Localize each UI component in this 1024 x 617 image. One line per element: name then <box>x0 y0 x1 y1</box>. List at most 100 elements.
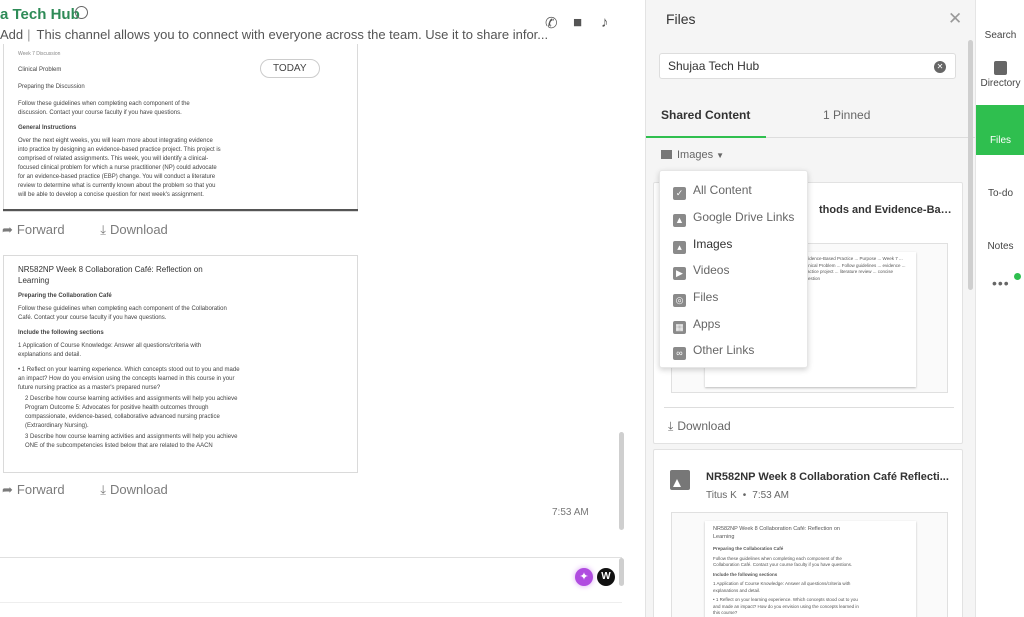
doc-text: Week 7 Discussion <box>18 51 61 57</box>
files-search-input[interactable] <box>659 53 956 79</box>
dropdown-item-label: All Content <box>693 183 752 197</box>
date-divider-pill: TODAY <box>260 59 320 78</box>
clear-search-icon[interactable]: ✕ <box>934 61 946 73</box>
download-icon: ⤓ <box>100 482 106 497</box>
rail-item-files[interactable]: Files <box>976 105 1024 155</box>
forward-icon: ➦ <box>2 482 13 497</box>
link-icon: ∞ <box>673 347 686 360</box>
forward-label: Forward <box>16 482 65 497</box>
divider <box>664 407 954 408</box>
dropdown-item-label: Files <box>693 290 719 304</box>
doc-text: Follow these guidelines when completing … <box>18 306 227 321</box>
image-file-icon <box>670 470 690 490</box>
phone-icon[interactable]: ✆ <box>545 14 558 32</box>
apps-grid-icon: ▦ <box>673 321 686 334</box>
check-square-icon: ✓ <box>673 187 686 200</box>
thumbnail-title: NR582NP Week 8 Collaboration Café: Refle… <box>713 526 840 540</box>
content-type-dropdown: ✓ All Content ▲ Google Drive Links ▴ Images… <box>659 170 808 368</box>
download-button[interactable]: ⤓ Download <box>668 419 731 434</box>
content-type-filter[interactable]: Images ▼ <box>661 149 724 161</box>
doc-text: 2 Describe how course learning activitie… <box>25 396 238 429</box>
shared-file-card[interactable]: NR582NP Week 8 Collaboration Café Reflec… <box>653 449 963 617</box>
dropdown-item-google-drive-links[interactable]: ▲ Google Drive Links <box>673 210 794 228</box>
chat-scrollbar[interactable] <box>619 432 624 530</box>
download-label: Download <box>109 482 168 497</box>
file-title[interactable]: thods and Evidence-Base... <box>819 204 957 216</box>
download-button[interactable]: ⤓ Download <box>100 482 184 497</box>
dropdown-item-all-content[interactable]: ✓ All Content <box>673 183 752 201</box>
rail-item-directory[interactable]: Directory <box>976 61 1024 89</box>
rail-item-notes[interactable]: Notes <box>976 241 1024 252</box>
thumbnail-heading: Preparing the Collaboration Café <box>713 546 784 551</box>
rail-item-todo[interactable]: To-do <box>976 188 1024 199</box>
compose-scrollbar[interactable] <box>619 558 624 586</box>
dropdown-item-label: Google Drive Links <box>693 210 795 224</box>
dropdown-item-label: Images <box>693 237 733 251</box>
download-label: Download <box>109 222 168 237</box>
rail-label: Files <box>989 135 1012 146</box>
dropdown-item-images[interactable]: ▴ Images <box>673 237 732 255</box>
channel-settings-icon[interactable] <box>75 6 88 19</box>
files-scrollbar[interactable] <box>968 40 973 290</box>
doc-text: Preparing the Discussion <box>18 84 85 90</box>
dropdown-item-label: Videos <box>693 263 730 277</box>
forward-button[interactable]: ➦ Forward <box>2 222 81 237</box>
doc-text: 1 Application of Course Knowledge: Answe… <box>18 343 202 358</box>
download-button[interactable]: ⤓ Download <box>100 222 184 237</box>
dropdown-item-files[interactable]: ◎ Files <box>673 290 718 308</box>
video-icon[interactable]: ■ <box>573 14 582 31</box>
message-actions: ➦ Forward ⤓ Download <box>2 482 200 498</box>
file-title[interactable]: NR582NP Week 8 Collaboration Café Reflec… <box>706 471 953 483</box>
play-icon: ▶ <box>673 267 686 280</box>
download-label: Download <box>677 419 731 433</box>
close-icon[interactable]: ✕ <box>948 9 962 29</box>
image-icon <box>661 150 672 159</box>
dropdown-item-label: Apps <box>693 317 721 331</box>
channel-description-row: Add | This channel allows you to connect w… <box>0 27 548 42</box>
file-meta: Titus K • 7:53 AM <box>706 490 789 501</box>
dropdown-item-videos[interactable]: ▶ Videos <box>673 263 729 281</box>
message-actions: ➦ Forward ⤓ Download <box>2 222 200 238</box>
message-document-preview[interactable]: NR582NP Week 8 Collaboration Café: Refle… <box>3 255 358 473</box>
more-apps-icon[interactable]: ••• <box>992 275 1010 291</box>
bell-icon[interactable]: ♪ <box>601 14 609 31</box>
image-icon: ▴ <box>673 241 686 254</box>
message-timestamp: 7:53 AM <box>552 507 589 518</box>
app-rail: Search Directory Files To-do Notes ••• <box>975 0 1024 617</box>
channel-name[interactable]: a Tech Hub <box>0 6 80 23</box>
doc-text: Over the next eight weeks, you will lear… <box>18 138 221 198</box>
rail-label: Search <box>984 30 1017 41</box>
file-time: 7:53 AM <box>752 490 789 501</box>
rail-label: To-do <box>987 188 1013 199</box>
file-author[interactable]: Titus K <box>706 490 737 501</box>
doc-heading: Include the following sections <box>18 330 104 336</box>
rail-item-search[interactable]: Search <box>976 30 1024 41</box>
thumbnail-text: 1 Application of Course Knowledge: Answe… <box>713 581 851 593</box>
dropdown-item-other-links[interactable]: ∞ Other Links <box>673 343 754 361</box>
tab-pinned[interactable]: 1 Pinned <box>823 108 870 122</box>
doc-title: NR582NP Week 8 Collaboration Café: Refle… <box>18 265 203 285</box>
add-member-link[interactable]: Add <box>0 27 23 42</box>
tab-shared-content[interactable]: Shared Content <box>661 108 750 122</box>
forward-button[interactable]: ➦ Forward <box>2 482 81 497</box>
file-thumbnail[interactable]: NR582NP Week 8 Collaboration Café: Refle… <box>671 512 948 617</box>
paperclip-icon: ◎ <box>673 294 686 307</box>
forward-icon: ➦ <box>2 222 13 237</box>
ai-sparkle-icon[interactable]: ✦ <box>575 568 593 586</box>
channel-description: This channel allows you to connect with … <box>36 27 549 42</box>
thumbnail-text: Follow these guidelines when completing … <box>713 555 853 568</box>
notification-dot <box>1014 273 1021 280</box>
thumbnail-document: NR582NP Week 8 Collaboration Café: Refle… <box>705 521 916 617</box>
files-panel-title: Files <box>666 11 696 27</box>
format-toolbar <box>0 602 622 617</box>
rail-label: Notes <box>987 241 1014 252</box>
doc-heading: General Instructions <box>18 125 77 131</box>
drive-icon: ▲ <box>673 214 686 227</box>
thumbnail-text: • 1 Reflect on your learning experience.… <box>713 597 859 615</box>
files-tabs: Shared Content 1 Pinned <box>646 97 975 138</box>
directory-icon <box>994 61 1007 75</box>
dropdown-item-apps[interactable]: ▦ Apps <box>673 317 720 335</box>
dot-separator: • <box>742 490 747 501</box>
filter-label: Images <box>677 149 714 161</box>
app-badge-icon[interactable]: W <box>597 568 615 586</box>
